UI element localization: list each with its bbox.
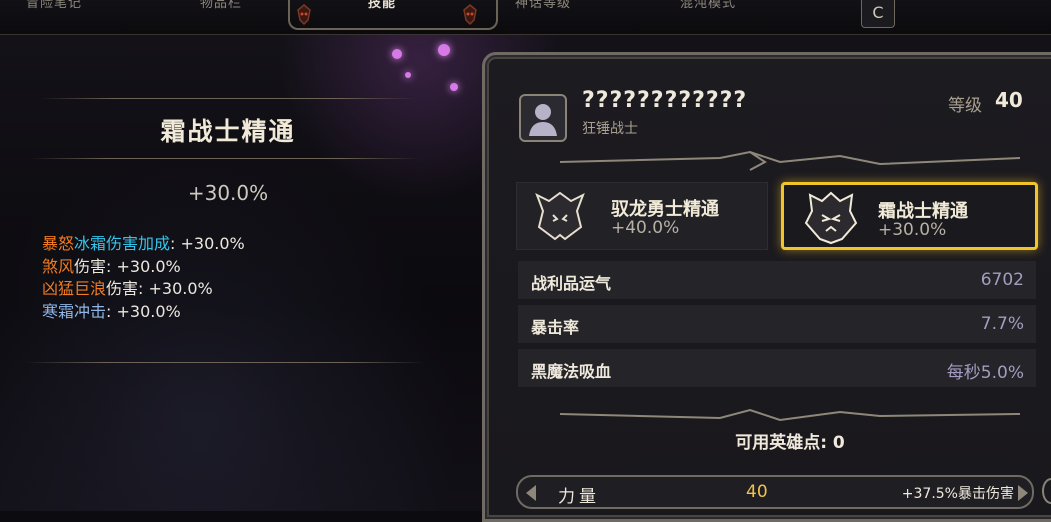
tooltip-top-divider <box>40 98 416 99</box>
tooltip-title: 霜战士精通 <box>160 117 296 146</box>
attribute-value: 40 <box>746 482 768 502</box>
effect-value: 伤害: +30.0% <box>106 279 213 298</box>
demon-emblem-icon <box>297 4 311 26</box>
effect-skill-name: 煞风 <box>42 256 75 276</box>
tab-skills[interactable]: 技能 <box>368 0 396 18</box>
ornate-divider <box>559 150 1021 171</box>
attribute-name: 力量 <box>558 487 600 507</box>
attribute-strength-bar[interactable]: 力量 40 +37.5%暴击伤害 <box>516 475 1034 509</box>
effect-line: 煞风伤害: +30.0% <box>42 256 245 279</box>
character-name: ???????????? <box>582 88 748 113</box>
effect-type: 冰霜伤害加成 <box>74 234 171 253</box>
tooltip-bottom-divider <box>25 362 425 363</box>
character-class: 狂锤战士 <box>582 121 638 137</box>
tab-adventure-notes[interactable]: 冒险笔记 <box>26 0 82 18</box>
stat-value: 7.7% <box>980 314 1024 334</box>
level-value: 40 <box>995 88 1023 112</box>
stat-value: 每秒5.0% <box>946 363 1024 383</box>
effect-line: 暴怒冰霜伤害加成: +30.0% <box>42 233 245 256</box>
purple-glow <box>405 72 411 78</box>
effect-value: : +30.0% <box>170 234 245 253</box>
tab-mythic-level[interactable]: 神话等级 <box>515 0 571 18</box>
purple-glow <box>392 49 402 59</box>
effect-value: : +30.0% <box>106 301 181 321</box>
level-label: 等级 <box>948 96 982 116</box>
dragon-crest-icon <box>535 191 585 241</box>
tooltip-effects: 暴怒冰霜伤害加成: +30.0% 煞风伤害: +30.0% 凶猛巨浪伤害: +3… <box>42 233 245 323</box>
demon-emblem-icon <box>463 4 477 26</box>
available-hero-points: 可用英雄点: 0 <box>735 433 845 453</box>
tab-chaos-mode[interactable]: 混沌模式 <box>680 0 736 18</box>
frost-demon-crest-icon <box>804 191 858 245</box>
stat-row-loot-luck: 战利品运气 6702 <box>518 261 1036 299</box>
hotkey-c-button[interactable]: C <box>861 0 895 28</box>
mastery-card-frost-selected[interactable]: 霜战士精通 +30.0% <box>781 182 1038 250</box>
effect-skill-name: 暴怒 <box>42 234 75 253</box>
mastery-card-dragon[interactable]: 驭龙勇士精通 +40.0% <box>516 182 768 250</box>
stat-row-crit-rate: 暴击率 7.7% <box>518 305 1036 343</box>
arrow-right-icon[interactable] <box>1018 485 1028 501</box>
mastery-value: +30.0% <box>878 220 947 240</box>
mastery-value: +40.0% <box>611 218 680 238</box>
stat-label: 暴击率 <box>531 318 580 337</box>
effect-line: 寒霜冲击: +30.0% <box>42 301 245 324</box>
tooltip-value: +30.0% <box>187 181 269 205</box>
effect-skill-name: 凶猛巨浪 <box>42 279 107 298</box>
effect-value: 伤害: +30.0% <box>74 256 181 276</box>
purple-glow <box>450 83 458 91</box>
ornate-divider <box>559 408 1021 422</box>
purple-glow <box>438 44 450 56</box>
stat-label: 黑魔法吸血 <box>531 362 612 381</box>
attribute-bonus: +37.5%暴击伤害 <box>901 486 1014 502</box>
stat-value: 6702 <box>980 270 1024 290</box>
effect-line: 凶猛巨浪伤害: +30.0% <box>42 278 245 301</box>
effect-skill-name: 寒霜冲击 <box>42 301 107 321</box>
stat-row-dark-magic-leech: 黑魔法吸血 每秒5.0% <box>518 349 1036 387</box>
tooltip-title-divider <box>30 158 420 159</box>
stat-label: 战利品运气 <box>531 274 612 293</box>
top-tab-bar: 冒险笔记 物品栏 技能 神话等级 混沌模式 C <box>0 0 1051 35</box>
tab-inventory[interactable]: 物品栏 <box>200 0 242 18</box>
character-silhouette-icon <box>529 104 557 136</box>
arrow-left-icon[interactable] <box>526 485 536 501</box>
avatar[interactable] <box>519 94 567 142</box>
